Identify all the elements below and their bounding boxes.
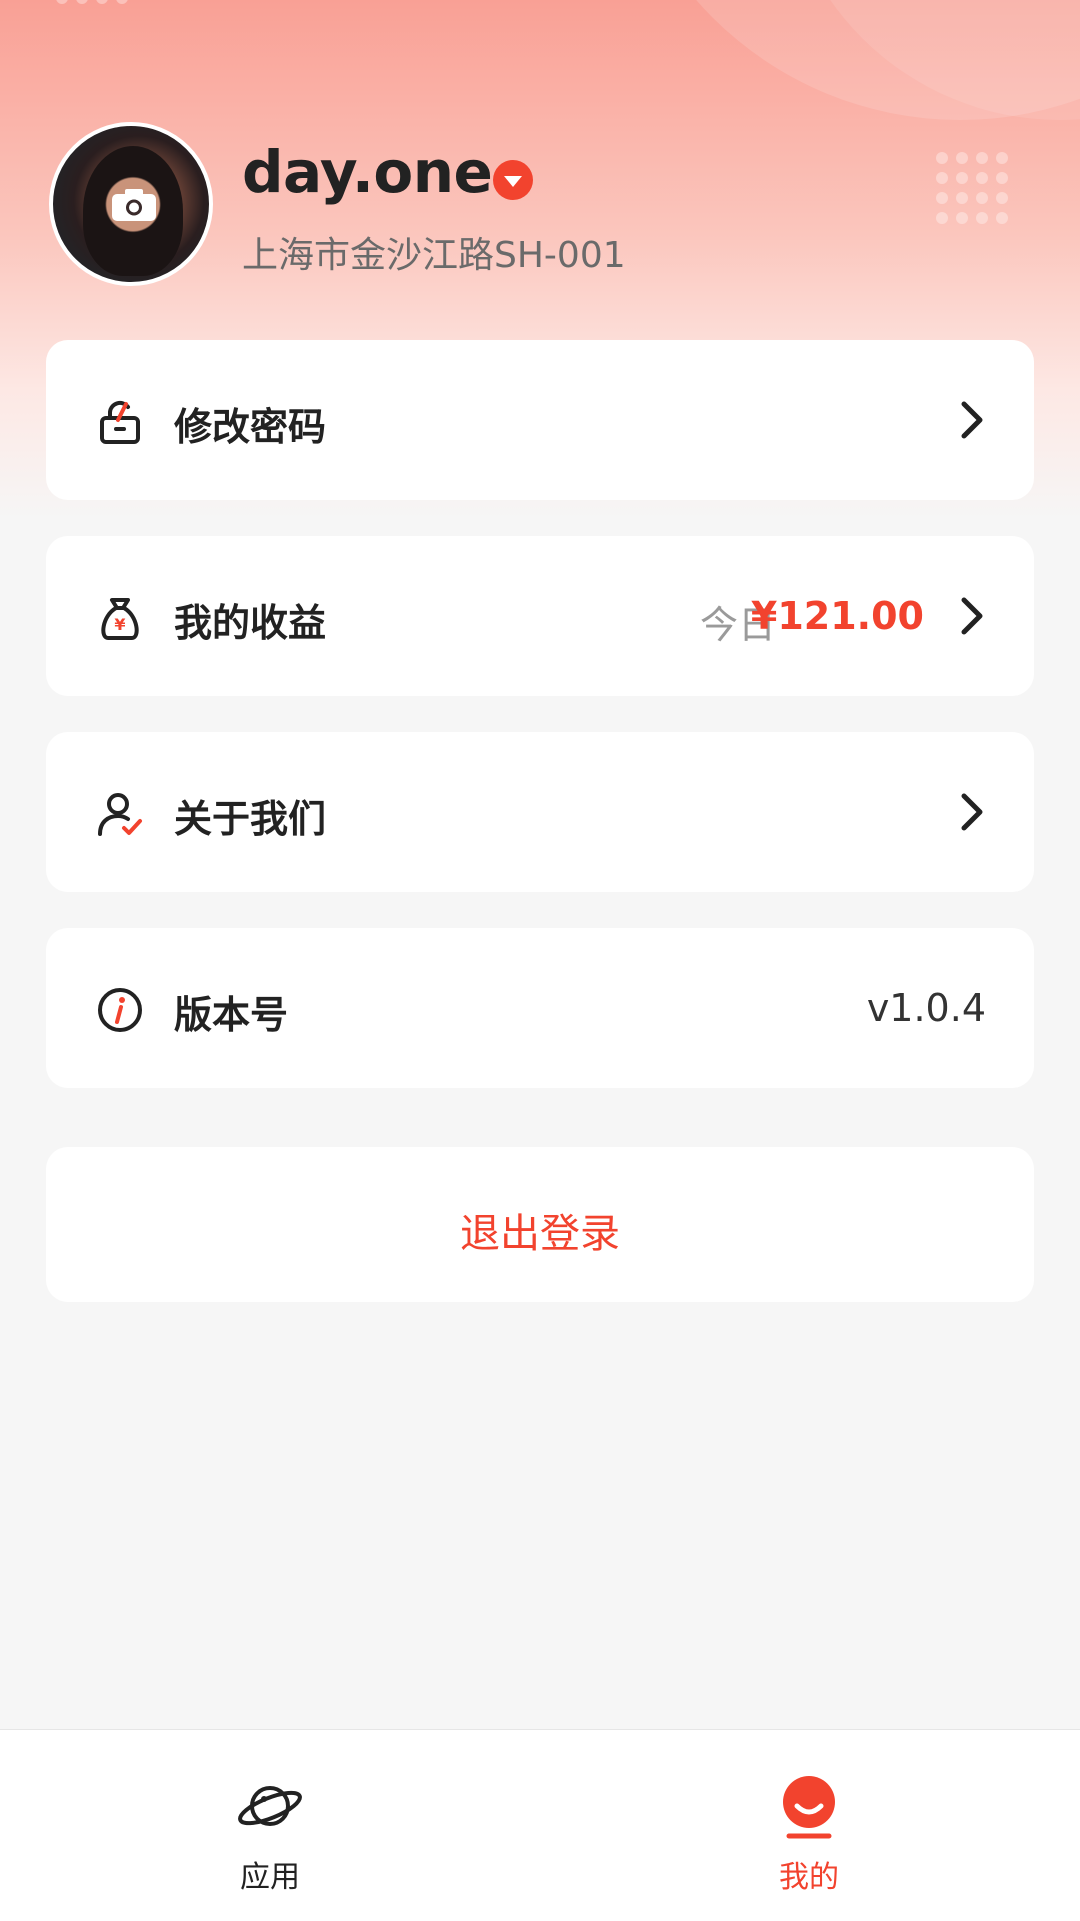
- menu-label: 关于我们: [174, 797, 327, 841]
- decorative-dots: [56, 0, 128, 4]
- tab-apps[interactable]: 应用: [170, 1730, 370, 1921]
- logout-button[interactable]: 退出登录: [46, 1147, 1034, 1302]
- menu-label: 版本号: [174, 993, 289, 1037]
- user-name: day.one: [242, 138, 493, 206]
- money-bag-icon: ¥: [101, 598, 139, 640]
- menu-item-change-password[interactable]: 修改密码: [46, 340, 1034, 500]
- decorative-dots: [936, 152, 1008, 224]
- tab-label: 我的: [779, 1860, 839, 1895]
- lock-icon: [100, 400, 140, 444]
- chevron-right-icon: [961, 401, 983, 439]
- menu-label: 我的收益: [174, 601, 327, 645]
- bottom-tab-bar: 应用 我的: [0, 1729, 1080, 1921]
- tab-label: 应用: [240, 1860, 300, 1895]
- chevron-down-icon[interactable]: [492, 159, 534, 201]
- version-value: v1.0.4: [866, 986, 986, 1030]
- avatar[interactable]: [49, 122, 213, 286]
- smile-face-icon: [783, 1776, 835, 1839]
- menu-item-about-us[interactable]: 关于我们: [46, 732, 1034, 892]
- tab-mine[interactable]: 我的: [709, 1730, 909, 1921]
- info-icon: [98, 988, 142, 1032]
- user-check-icon: [98, 793, 142, 836]
- svg-text:¥: ¥: [114, 615, 125, 634]
- user-address: 上海市金沙江路SH-001: [242, 235, 626, 276]
- menu-label: 修改密码: [174, 405, 327, 449]
- menu-item-version: 版本号 v1.0.4: [46, 928, 1034, 1088]
- today-earnings-amount: ¥121.00: [750, 594, 924, 638]
- planet-icon: [238, 1786, 302, 1826]
- logout-label: 退出登录: [460, 1211, 620, 1257]
- menu-item-earnings[interactable]: ¥ 我的收益 今日 ¥121.00: [46, 536, 1034, 696]
- chevron-right-icon: [961, 597, 983, 635]
- chevron-right-icon: [961, 793, 983, 831]
- camera-icon: [112, 189, 156, 221]
